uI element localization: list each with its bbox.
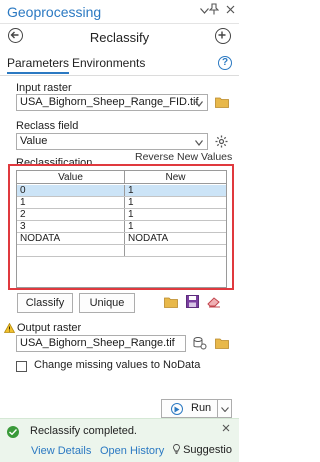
folder-icon[interactable] [215,338,229,349]
table-row[interactable]: NODATA NODATA [17,233,226,245]
run-label: Run [191,402,212,414]
new-cell[interactable] [125,245,226,257]
help-icon[interactable]: ? [218,56,232,70]
reclass-field-label: Reclass field [16,120,79,132]
column-divider [124,171,125,183]
add-icon[interactable] [215,28,231,44]
tool-header: Reclassify [0,24,239,50]
database-icon[interactable] [193,337,207,353]
lightbulb-icon [173,444,180,454]
open-history-link[interactable]: Open History [100,445,164,457]
folder-icon[interactable] [215,97,229,108]
tab-strip: Parameters Environments ? [0,54,239,74]
status-message: Reclassify completed. [30,425,137,437]
tab-parameters[interactable]: Parameters [7,56,70,74]
tab-environments[interactable]: Environments [72,56,145,70]
suggestions-label: Suggestio [183,444,232,456]
table-row[interactable]: 2 1 [17,209,226,221]
reclass-field-select[interactable]: Value [16,133,208,150]
save-icon[interactable] [186,295,199,311]
chevron-down-icon[interactable] [195,137,203,149]
column-divider [124,185,125,196]
value-cell[interactable]: 1 [17,197,124,209]
reclass-table: Value New 0 1 1 1 2 1 3 1 NODATA NODATA [16,170,227,288]
output-raster-field[interactable]: USA_Bighorn_Sheep_Range.tif [16,335,186,352]
table-row[interactable]: 0 1 [17,185,226,197]
new-cell[interactable]: 1 [125,221,226,233]
value-cell[interactable]: 0 [17,185,124,197]
table-row[interactable]: 3 1 [17,221,226,233]
run-options-dropdown[interactable] [218,399,232,418]
tool-title: Reclassify [89,30,150,45]
reverse-new-values-toggle[interactable]: Reverse New Values [135,151,232,163]
pane-title: Geoprocessing [7,4,102,20]
input-raster-value: USA_Bighorn_Sheep_Range_FID.tif [20,96,199,108]
close-icon[interactable] [222,423,230,435]
column-divider [124,233,125,244]
input-raster-field[interactable]: USA_Bighorn_Sheep_Range_FID.tif [16,94,208,111]
column-divider [124,221,125,232]
table-row[interactable] [17,245,226,257]
classify-button[interactable]: Classify [17,293,73,313]
value-cell[interactable]: NODATA [17,233,124,245]
check-circle-icon [7,426,19,438]
column-header-new[interactable]: New [125,171,226,184]
value-cell[interactable]: 3 [17,221,124,233]
output-raster-value: USA_Bighorn_Sheep_Range.tif [20,337,175,349]
value-cell[interactable]: 2 [17,209,124,221]
eraser-icon[interactable] [207,296,221,311]
status-bar: Reclassify completed. View Details Open … [0,418,239,462]
new-cell[interactable]: 1 [125,197,226,209]
reclass-field-value: Value [20,135,48,147]
pin-icon[interactable] [206,3,222,19]
gear-icon[interactable] [215,135,228,151]
chevron-down-icon[interactable] [195,98,203,110]
table-row[interactable]: 1 1 [17,197,226,209]
input-raster-label: Input raster [16,82,72,94]
change-missing-checkbox[interactable] [16,361,27,372]
column-divider [124,209,125,220]
run-button[interactable]: Run [161,399,218,418]
new-cell[interactable]: 1 [125,209,226,221]
view-details-link[interactable]: View Details [31,445,91,457]
new-cell[interactable]: NODATA [125,233,226,245]
pane-title-bar: Geoprocessing [0,0,239,24]
warning-icon [3,322,16,336]
suggestions-link[interactable]: Suggestio [173,444,239,456]
open-folder-icon[interactable] [164,297,178,308]
play-icon [171,403,183,415]
change-missing-label: Change missing values to NoData [34,359,201,371]
table-header: Value New [17,171,226,184]
new-cell[interactable]: 1 [125,185,226,197]
output-raster-label: Output raster [17,322,82,334]
column-header-value[interactable]: Value [17,171,124,184]
unique-button[interactable]: Unique [79,293,135,313]
close-icon[interactable] [222,3,238,19]
value-cell[interactable] [17,245,124,257]
tabs-divider [0,75,239,76]
column-divider [124,245,125,256]
column-divider [124,197,125,208]
